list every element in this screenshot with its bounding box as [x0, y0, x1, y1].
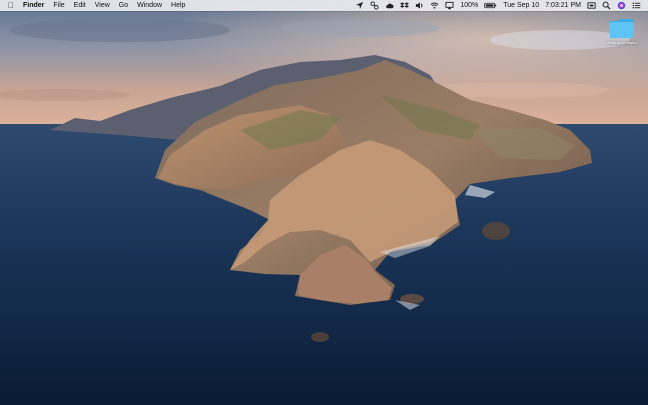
siri-icon[interactable]	[617, 1, 626, 10]
dropbox-icon[interactable]	[400, 1, 410, 10]
desktop-folder[interactable]: Waiting for status	[600, 17, 644, 45]
menu-bar-right: 100% Tue Sep 10 7:03:21 PM	[355, 0, 648, 11]
location-arrow-icon[interactable]	[355, 1, 364, 10]
notification-center-icon[interactable]	[632, 1, 641, 10]
clock-date[interactable]: Tue Sep 10	[503, 0, 539, 11]
desktop-wallpaper	[0, 0, 648, 405]
menu-bar:  Finder File Edit View Go Window Help 1…	[0, 0, 648, 11]
airplay-icon[interactable]	[445, 1, 454, 10]
clock-time[interactable]: 7:03:21 PM	[545, 0, 581, 11]
sound-icon[interactable]	[415, 1, 424, 10]
battery-icon[interactable]	[484, 1, 497, 10]
battery-percentage[interactable]: 100%	[460, 0, 478, 11]
menu-view[interactable]: View	[95, 0, 110, 11]
cloud-icon[interactable]	[385, 1, 394, 10]
menu-file[interactable]: File	[53, 0, 64, 11]
menu-edit[interactable]: Edit	[74, 0, 86, 11]
apple-menu-icon[interactable]: 	[8, 0, 14, 11]
menu-window[interactable]: Window	[137, 0, 162, 11]
folder-label: Waiting for status	[606, 40, 638, 45]
folder-icon	[610, 19, 634, 38]
network-link-icon[interactable]	[370, 1, 379, 10]
wifi-icon[interactable]	[430, 1, 439, 10]
menu-help[interactable]: Help	[171, 0, 185, 11]
menu-go[interactable]: Go	[119, 0, 128, 11]
menu-app-finder[interactable]: Finder	[23, 0, 44, 11]
spotlight-search-icon[interactable]	[602, 1, 611, 10]
menu-bar-left:  Finder File Edit View Go Window Help	[0, 0, 185, 11]
screen-capture-icon[interactable]	[587, 1, 596, 10]
